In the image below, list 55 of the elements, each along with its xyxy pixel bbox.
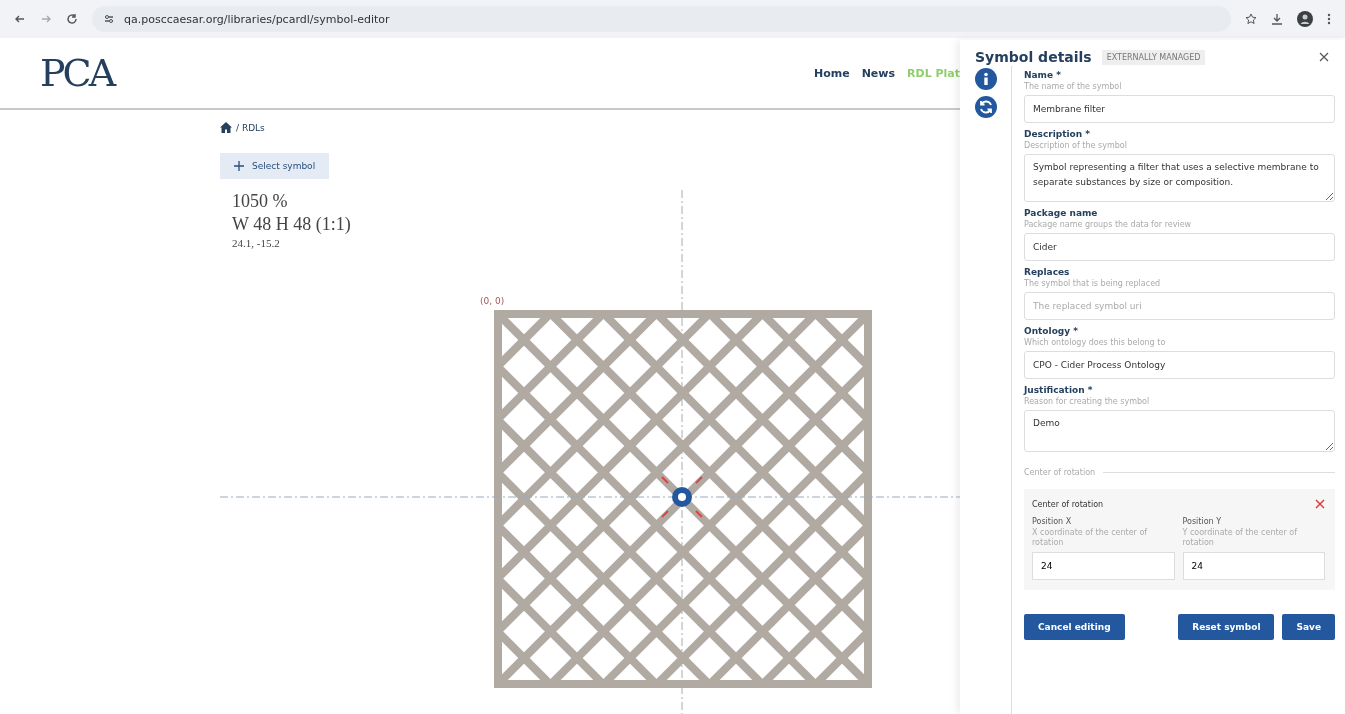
position-hint: X coordinate of the center of rotation — [1032, 528, 1149, 548]
number-field[interactable]: 24 — [1182, 552, 1325, 580]
text-area[interactable]: Demo — [1024, 410, 1335, 452]
avatar-icon[interactable] — [1297, 11, 1313, 27]
nav-link[interactable]: News — [861, 66, 896, 80]
close-icon — [1319, 52, 1329, 62]
download-icon[interactable] — [1271, 13, 1283, 25]
reset-symbol-button[interactable]: Reset symbol — [1178, 614, 1275, 640]
position-label: Position Y — [1182, 517, 1223, 526]
field-label: Description * — [1024, 129, 1092, 139]
panel-title: Symbol details — [975, 49, 1092, 65]
cancel-editing-button[interactable]: Cancel editing — [1024, 614, 1125, 640]
input-field[interactable]: Membrane filter — [1024, 95, 1335, 123]
field-hint: Package name groups the data for review — [1024, 220, 1193, 229]
reload-icon[interactable] — [66, 13, 78, 25]
cursor-position-text: 24.1, -15.2 — [232, 237, 280, 249]
star-icon[interactable] — [1245, 13, 1257, 25]
field-label: Package name — [1024, 208, 1099, 218]
plus-icon — [234, 161, 244, 171]
field-label: Name * — [1024, 70, 1062, 80]
input-field[interactable]: The replaced symbol uri — [1024, 292, 1335, 320]
field-label: Ontology * — [1024, 326, 1079, 336]
remove-icon[interactable] — [1315, 499, 1325, 509]
save-button[interactable]: Save — [1282, 614, 1335, 640]
position-label: Position X — [1032, 517, 1073, 526]
input-field[interactable]: CPO - Cider Process Ontology — [1024, 351, 1335, 379]
back-icon[interactable] — [14, 13, 26, 25]
position-hint: Y coordinate of the center of rotation — [1182, 528, 1299, 548]
text-area[interactable]: Symbol representing a filter that uses a selective membrane to separate substances by size or composition. — [1024, 154, 1335, 202]
menu-icon[interactable] — [1327, 13, 1331, 25]
refresh-icon[interactable] — [975, 96, 997, 118]
field-hint: Which ontology does this belong to — [1024, 338, 1167, 347]
status-badge: EXTERNALLY MANAGED — [1101, 49, 1206, 65]
number-field[interactable]: 24 — [1032, 552, 1175, 580]
field-hint: Description of the symbol — [1024, 141, 1128, 150]
card-title: Center of rotation — [1032, 499, 1104, 509]
field-hint: The symbol that is being replaced — [1024, 279, 1162, 288]
field-hint: The name of the symbol — [1024, 82, 1123, 91]
address-text[interactable]: qa.posccaesar.org/libraries/pcardl/symbol-editor — [124, 12, 390, 26]
site-settings-icon[interactable] — [104, 14, 114, 24]
nav-link[interactable]: Home — [813, 66, 850, 80]
info-icon[interactable] — [975, 68, 997, 90]
origin-label: (0, 0) — [480, 296, 505, 306]
zoom-text: 1050 % — [232, 191, 288, 212]
field-label: Replaces — [1024, 267, 1071, 277]
home-icon[interactable] — [220, 122, 232, 133]
size-text: W 48 H 48 (1:1) — [232, 214, 351, 235]
breadcrumb-link[interactable]: / RDLs — [236, 122, 265, 133]
select-symbol-button[interactable]: Select symbol — [220, 153, 330, 179]
logo[interactable]: PCA — [40, 51, 114, 95]
field-label: Justification * — [1024, 385, 1094, 395]
section-legend: Center of rotation — [1024, 468, 1096, 477]
input-field[interactable]: Cider — [1024, 233, 1335, 261]
rotation-center-handle[interactable] — [661, 476, 703, 518]
field-hint: Reason for creating the symbol — [1024, 397, 1151, 406]
